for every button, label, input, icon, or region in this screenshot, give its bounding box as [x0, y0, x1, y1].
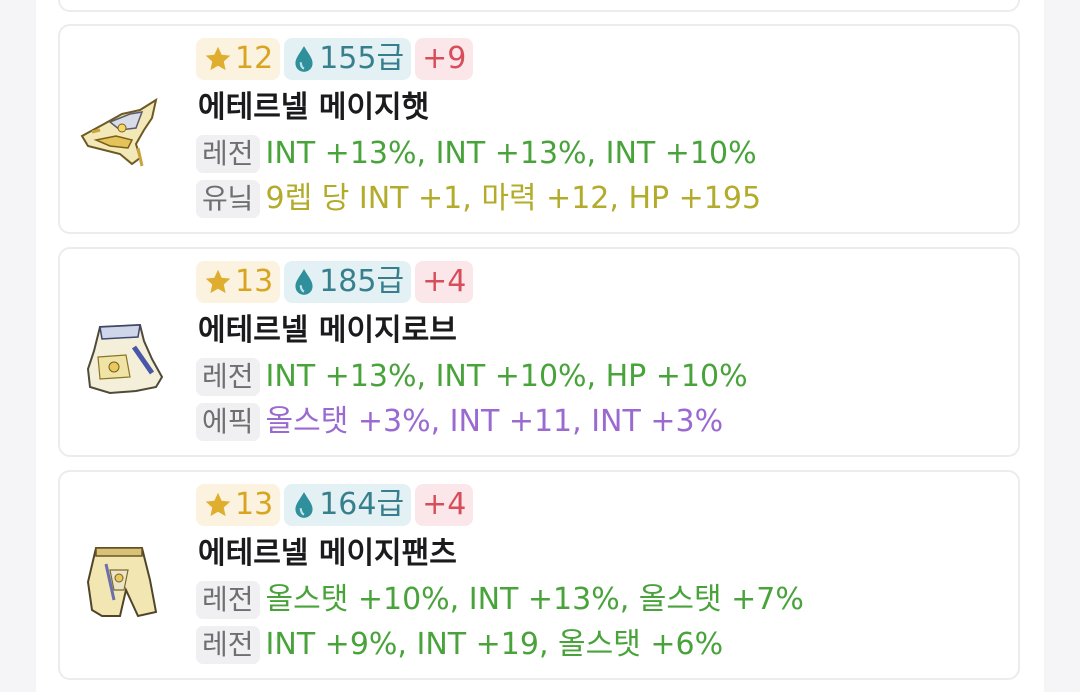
mage-hat-icon: [80, 97, 158, 167]
star-icon: [205, 269, 231, 294]
water-drop-icon: [295, 46, 313, 72]
additional-option-text: 올스탯 +3%, INT +11, INT +3%: [265, 404, 724, 439]
star-force-badge: 13: [196, 484, 281, 526]
level-text: 155급: [319, 41, 405, 76]
level-text: 185급: [319, 264, 405, 299]
item-name: 에테르넬 메이지팬츠: [198, 536, 457, 571]
potential-grade-label: 레전: [196, 581, 260, 619]
potential-option-row: 레전 INT +13%, INT +13%, INT +10%: [196, 134, 757, 174]
item-card-robe[interactable]: 13 185급 +4 에테르넬 메이지로브 레전 INT +13%, INT +…: [58, 247, 1020, 457]
level-badge: 164급: [284, 484, 412, 526]
potential-option-row: 레전 INT +13%, INT +10%, HP +10%: [196, 357, 748, 397]
water-drop-icon: [295, 269, 313, 295]
item-name: 에테르넬 메이지로브: [198, 313, 457, 348]
additional-grade-label: 유닠: [196, 180, 260, 218]
additional-option-row: 에픽 올스탯 +3%, INT +11, INT +3%: [196, 402, 723, 442]
water-drop-icon: [295, 492, 313, 518]
potential-option-text: 올스탯 +10%, INT +13%, 올스탯 +7%: [265, 582, 804, 617]
star-force-badge: 13: [196, 261, 281, 303]
potential-option-text: INT +13%, INT +13%, INT +10%: [265, 136, 757, 171]
additional-grade-label: 레전: [196, 626, 260, 664]
level-badge: 185급: [284, 261, 412, 303]
star-count: 12: [235, 41, 274, 76]
potential-grade-label: 레전: [196, 135, 260, 173]
star-count: 13: [235, 487, 274, 522]
mage-pants-icon: [86, 547, 158, 618]
upgrade-badge: +9: [415, 38, 474, 80]
upgrade-text: +4: [422, 264, 467, 299]
potential-grade-label: 레전: [196, 358, 260, 396]
upgrade-badge: +4: [415, 261, 474, 303]
item-badges: 13 185급 +4: [196, 261, 474, 303]
star-icon: [205, 46, 231, 71]
potential-option-row: 레전 올스탯 +10%, INT +13%, 올스탯 +7%: [196, 580, 804, 620]
additional-option-row: 레전 INT +9%, INT +19, 올스탯 +6%: [196, 625, 723, 665]
potential-option-text: INT +13%, INT +10%, HP +10%: [265, 359, 748, 394]
additional-option-text: INT +9%, INT +19, 올스탯 +6%: [265, 627, 724, 662]
additional-option-text: 9렙 당 INT +1, 마력 +12, HP +195: [265, 181, 762, 216]
star-count: 13: [235, 264, 274, 299]
upgrade-text: +4: [422, 487, 467, 522]
item-badges: 12 155급 +9: [196, 38, 474, 80]
item-card-hat[interactable]: 12 155급 +9 에테르넬 메이지햇 레전 INT +13%, INT +1…: [58, 24, 1020, 234]
additional-grade-label: 에픽: [196, 403, 260, 441]
level-badge: 155급: [284, 38, 412, 80]
item-card-pants[interactable]: 13 164급 +4 에테르넬 메이지팬츠 레전 올스탯 +10%, INT +…: [58, 470, 1020, 680]
star-force-badge: 12: [196, 38, 281, 80]
item-name: 에테르넬 메이지햇: [198, 90, 430, 125]
upgrade-text: +9: [422, 41, 467, 76]
item-badges: 13 164급 +4: [196, 484, 474, 526]
upgrade-badge: +4: [415, 484, 474, 526]
star-icon: [205, 492, 231, 517]
mage-robe-icon: [86, 323, 164, 395]
additional-option-row: 유닠 9렙 당 INT +1, 마력 +12, HP +195: [196, 179, 761, 219]
level-text: 164급: [319, 487, 405, 522]
item-card-partial[interactable]: [58, 0, 1020, 12]
